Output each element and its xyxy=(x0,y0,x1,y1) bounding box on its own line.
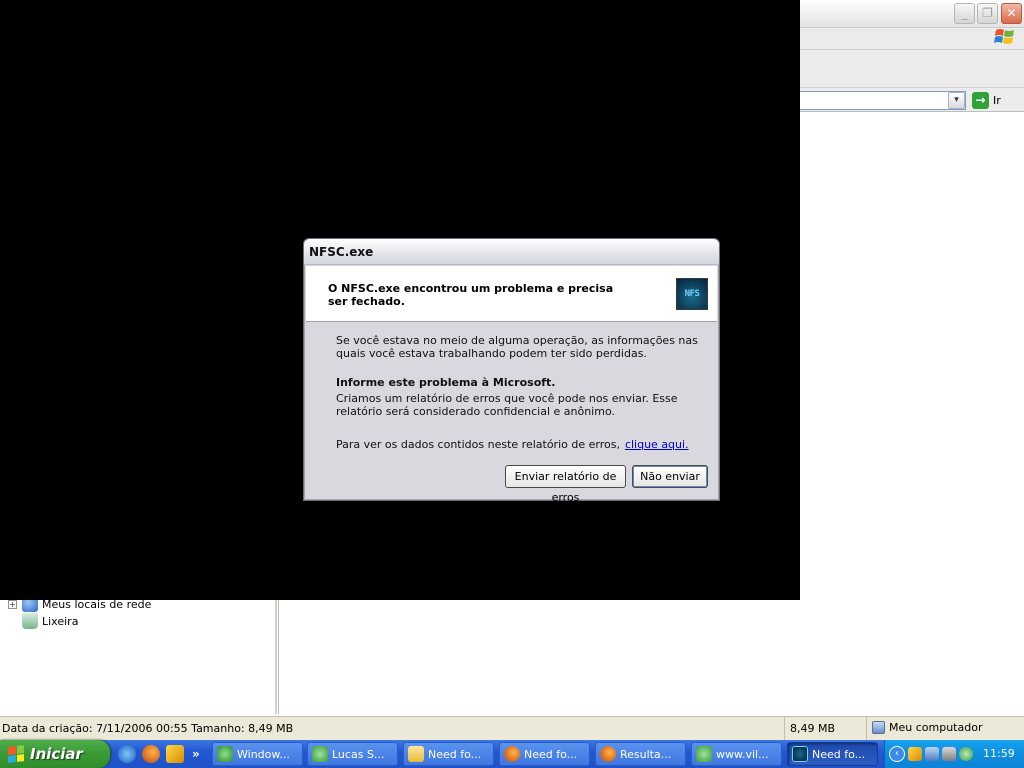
task-label: Resulta... xyxy=(620,747,672,761)
taskbar-task-3[interactable]: Need fo... xyxy=(499,742,590,766)
send-error-report-button[interactable]: Enviar relatório de erros xyxy=(505,465,626,504)
minimize-button[interactable]: _ xyxy=(954,3,975,24)
start-label: Iniciar xyxy=(30,745,83,763)
network-tray-icon[interactable] xyxy=(925,747,939,761)
task-label: Window... xyxy=(237,747,290,761)
dialog-header: O NFSC.exe encontrou um problema e preci… xyxy=(306,266,717,322)
status-details: Data da criação: 7/11/2006 00:55 Tamanho… xyxy=(2,722,294,735)
taskbar-task-6[interactable]: Need fo... xyxy=(787,742,878,766)
windows-flag-icon xyxy=(8,745,24,763)
menu-bar xyxy=(800,28,1024,50)
dialog-report-heading: Informe este problema à Microsoft. xyxy=(336,376,556,389)
start-button[interactable]: Iniciar xyxy=(0,740,110,768)
dialog-view-data-text: Para ver os dados contidos neste relatór… xyxy=(336,438,620,451)
messenger-tray-icon[interactable] xyxy=(959,747,973,761)
nfs-game-icon xyxy=(792,746,808,762)
error-report-dialog: NFSC.exe O NFSC.exe encontrou um problem… xyxy=(303,238,720,504)
go-arrow-icon: → xyxy=(972,92,989,109)
dialog-titlebar[interactable]: NFSC.exe xyxy=(304,239,719,265)
firefox-icon xyxy=(504,746,520,762)
dont-send-button[interactable]: Não enviar xyxy=(632,465,708,488)
quick-launch: » xyxy=(118,744,200,764)
toolbar xyxy=(800,50,1024,88)
maximize-button[interactable]: ❐ xyxy=(977,3,998,24)
taskbar-task-5[interactable]: www.vil... xyxy=(691,742,782,766)
task-label: Need fo... xyxy=(524,747,578,761)
dialog-view-data-line: Para ver os dados contidos neste relatór… xyxy=(336,438,711,451)
msn-contact-icon xyxy=(696,746,712,762)
status-size: 8,49 MB xyxy=(784,717,866,740)
hardware-tray-icon[interactable] xyxy=(942,747,956,761)
taskbar-task-1[interactable]: Lucas S... xyxy=(307,742,398,766)
go-label: Ir xyxy=(993,94,1001,107)
dialog-header-text: O NFSC.exe encontrou um problema e preci… xyxy=(328,282,614,308)
taskbar: Iniciar » Window... Lucas S... Need fo..… xyxy=(0,740,1024,768)
close-button[interactable]: ✕ xyxy=(1001,3,1022,24)
address-input[interactable] xyxy=(800,91,966,110)
taskbar-task-2[interactable]: Need fo... xyxy=(403,742,494,766)
status-zone-label: Meu computador xyxy=(889,721,983,734)
computer-icon xyxy=(872,721,885,734)
task-label: Need fo... xyxy=(428,747,482,761)
expand-icon[interactable]: + xyxy=(8,599,17,609)
address-dropdown-button[interactable]: ▾ xyxy=(948,92,965,109)
dialog-title: NFSC.exe xyxy=(309,245,374,259)
view-report-link[interactable]: clique aqui. xyxy=(625,438,689,451)
nfs-app-icon: NFS xyxy=(676,278,708,310)
task-label: Lucas S... xyxy=(332,747,385,761)
dialog-info-text: Se você estava no meio de alguma operaçã… xyxy=(336,334,698,360)
winamp-tray-icon[interactable] xyxy=(908,747,922,761)
windows-logo-icon xyxy=(993,27,1017,48)
tray-expand-icon[interactable]: ‹ xyxy=(889,746,905,762)
task-label: Need fo... xyxy=(812,747,866,761)
system-tray: ‹ 11:59 xyxy=(884,740,1024,768)
status-bar: Data da criação: 7/11/2006 00:55 Tamanho… xyxy=(0,716,1024,740)
winamp-icon[interactable] xyxy=(166,745,184,763)
tree-item-label: Lixeira xyxy=(42,614,79,628)
taskbar-task-0[interactable]: Window... xyxy=(212,742,303,766)
go-button[interactable]: → Ir xyxy=(972,91,1020,110)
folder-icon xyxy=(408,746,424,762)
dialog-report-body: Criamos um relatório de erros que você p… xyxy=(336,392,678,418)
msn-messenger-icon xyxy=(217,746,233,762)
quick-launch-more-icon[interactable]: » xyxy=(192,747,200,761)
msn-contact-icon xyxy=(312,746,328,762)
internet-explorer-icon[interactable] xyxy=(118,745,136,763)
taskbar-task-4[interactable]: Resulta... xyxy=(595,742,686,766)
firefox-icon xyxy=(600,746,616,762)
tree-item-recycle-bin[interactable]: Lixeira xyxy=(8,613,78,629)
firefox-icon[interactable] xyxy=(142,745,160,763)
recycle-bin-icon xyxy=(22,613,38,629)
clock: 11:59 xyxy=(983,747,1015,760)
task-label: www.vil... xyxy=(716,747,769,761)
status-zone: Meu computador xyxy=(866,717,1024,740)
